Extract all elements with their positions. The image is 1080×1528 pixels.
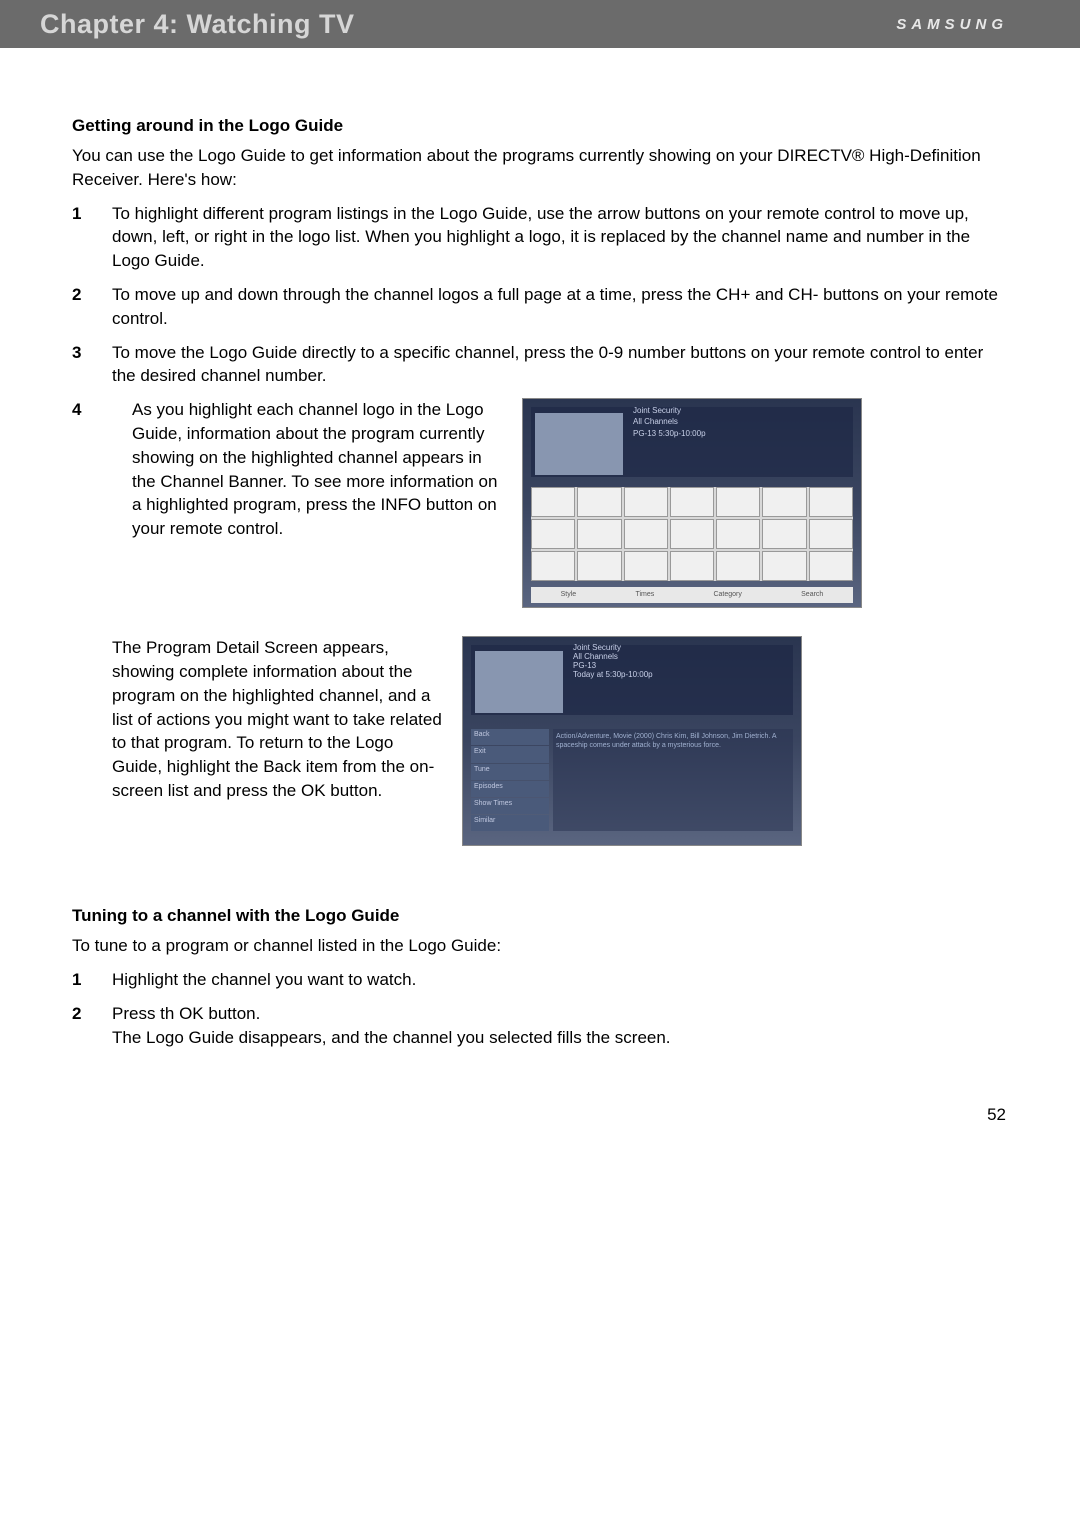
brand-logo: SAMSUNG <box>896 16 1008 33</box>
footer-times: Times <box>635 590 654 600</box>
step-item: 1 Highlight the channel you want to watc… <box>72 968 1008 992</box>
detail-prefix: The Program Detail Screen appears, showi… <box>112 638 442 776</box>
screenshot1-subtitle: All Channels <box>633 417 678 426</box>
detail-main: Action/Adventure, Movie (2000) Chris Kim… <box>553 729 793 831</box>
screenshot1-rating: PG-13 <box>633 429 656 438</box>
section2-intro: To tune to a program or channel listed i… <box>72 934 1008 958</box>
step-number: 4 <box>72 398 112 422</box>
program-detail-screenshot: Joint Security All Channels PG-13 Today … <box>462 636 802 846</box>
step-number: 2 <box>72 283 112 331</box>
step-item: 2 Press th OK button. The Logo Guide dis… <box>72 1002 1008 1050</box>
section1-intro: You can use the Logo Guide to get inform… <box>72 144 1008 192</box>
page-content: Getting around in the Logo Guide You can… <box>0 48 1080 1125</box>
step-text: To move up and down through the channel … <box>112 283 1008 331</box>
footer-style: Style <box>561 590 577 600</box>
step-item: 3 To move the Logo Guide directly to a s… <box>72 341 1008 389</box>
page-number: 52 <box>72 1105 1008 1125</box>
step-text: Highlight the channel you want to watch. <box>112 968 1008 992</box>
sidebar-similar: Similar <box>471 815 549 831</box>
screenshot-footer: Style Times Category Search <box>531 587 853 603</box>
sidebar-exit: Exit <box>471 746 549 762</box>
step-number: 1 <box>72 202 112 273</box>
sidebar-episodes: Episodes <box>471 781 549 797</box>
screenshot2-schedule: Today at 5:30p-10:00p <box>573 670 653 679</box>
step-text: To highlight different program listings … <box>112 202 1008 273</box>
step-number: 1 <box>72 968 112 992</box>
logo-grid <box>531 487 853 581</box>
screenshot2-desc: Action/Adventure, Movie (2000) Chris Kim… <box>556 733 776 749</box>
header-bar: Chapter 4: Watching TV SAMSUNG <box>0 0 1080 48</box>
step-number: 2 <box>72 1002 112 1050</box>
chapter-title: Chapter 4: Watching TV <box>40 9 355 40</box>
detail-paragraph: The Program Detail Screen appears, showi… <box>72 636 442 803</box>
step-text: To move the Logo Guide directly to a spe… <box>112 341 1008 389</box>
section1-heading: Getting around in the Logo Guide <box>72 116 1008 136</box>
section2-heading: Tuning to a channel with the Logo Guide <box>72 906 1008 926</box>
sidebar-tune: Tune <box>471 764 549 780</box>
footer-category: Category <box>713 590 741 600</box>
step-number: 3 <box>72 341 112 389</box>
detail-sidebar: Back Exit Tune Episodes Show Times Simil… <box>471 729 549 831</box>
screenshot2-subtitle: All Channels <box>573 652 618 661</box>
screenshot1-time: 5:30p-10:00p <box>658 429 705 438</box>
footer-search: Search <box>801 590 823 600</box>
detail-paragraph-row: The Program Detail Screen appears, showi… <box>72 636 1008 858</box>
screenshot2-rating: PG-13 <box>573 661 596 670</box>
logo-guide-screenshot: Joint Security All Channels PG-13 5:30p-… <box>522 398 862 608</box>
section1-steps: 1 To highlight different program listing… <box>72 202 1008 621</box>
step-item: 2 To move up and down through the channe… <box>72 283 1008 331</box>
step-text: As you highlight each channel logo in th… <box>132 398 502 541</box>
step-item: 1 To highlight different program listing… <box>72 202 1008 273</box>
section2: Tuning to a channel with the Logo Guide … <box>72 906 1008 1049</box>
detail-italic: Back <box>263 757 301 776</box>
screenshot1-title: Joint Security <box>633 406 681 415</box>
sidebar-showtimes: Show Times <box>471 798 549 814</box>
screenshot2-title: Joint Security <box>573 643 621 652</box>
sidebar-back: Back <box>471 729 549 745</box>
step-text: Press th OK button. The Logo Guide disap… <box>112 1002 1008 1050</box>
step-item: 4 As you highlight each channel logo in … <box>72 398 1008 620</box>
section2-steps: 1 Highlight the channel you want to watc… <box>72 968 1008 1049</box>
